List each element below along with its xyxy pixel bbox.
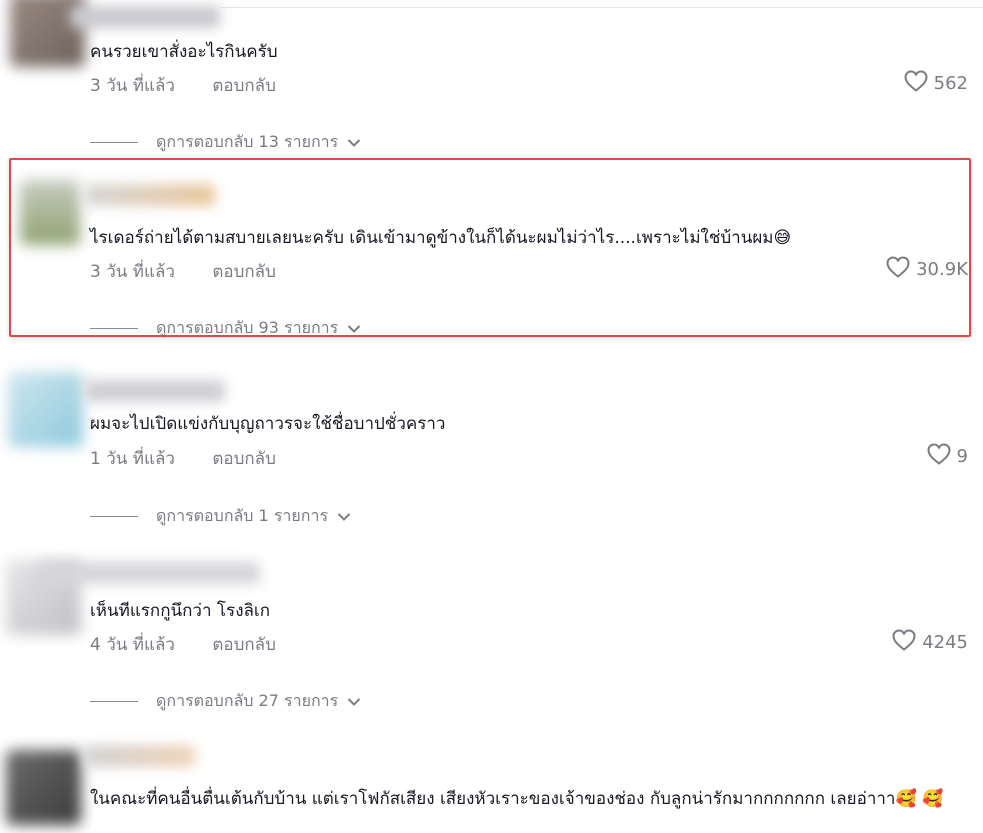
username-blurred[interactable] [85, 745, 195, 767]
divider [90, 701, 138, 702]
username-blurred[interactable] [70, 6, 220, 28]
avatar[interactable] [6, 750, 81, 825]
chevron-down-icon [338, 692, 361, 711]
view-replies-label: ดูการตอบกลับ 1 รายการ [156, 506, 329, 525]
like-button[interactable]: 9 [927, 443, 968, 470]
divider [90, 516, 138, 517]
view-replies-button[interactable]: ดูการตอบกลับ 1 รายการ [90, 504, 351, 529]
comment-time: 1 วัน ที่แล้ว [90, 449, 175, 469]
comment-text: คนรวยเขาสั่งอะไรกินครับ [90, 42, 278, 62]
like-button[interactable]: 4245 [892, 629, 968, 656]
chevron-down-icon [338, 133, 361, 152]
like-count: 9 [956, 446, 968, 467]
view-replies-label: ดูการตอบกลับ 27 รายการ [156, 691, 339, 710]
comment-text: เห็นทีแรกกูนึกว่า โรงลิเก [90, 601, 271, 621]
comment-time: 4 วัน ที่แล้ว [90, 635, 175, 655]
heart-outline-icon [927, 443, 951, 470]
view-replies-button[interactable]: ดูการตอบกลับ 27 รายการ [90, 689, 361, 714]
chevron-down-icon [328, 507, 351, 526]
comment-time: 3 วัน ที่แล้ว [90, 76, 175, 96]
reply-button[interactable]: ตอบกลับ [212, 449, 276, 469]
like-count: 4245 [922, 632, 968, 653]
comment-text: ในคณะที่คนอื่นตื่นเต้นกับบ้าน แต่เราโฟกั… [90, 789, 944, 809]
username-blurred[interactable] [40, 562, 260, 584]
divider [220, 7, 983, 8]
reply-button[interactable]: ตอบกลับ [212, 635, 276, 655]
view-replies-label: ดูการตอบกลับ 13 รายการ [156, 132, 339, 151]
highlight-box [9, 158, 971, 337]
comment-text: ผมจะไปเปิดแข่งกับบุญถาวรจะใช้ชื่อบาปชั่ว… [90, 414, 446, 434]
username-blurred[interactable] [85, 380, 225, 402]
reply-button[interactable]: ตอบกลับ [212, 76, 276, 96]
like-button[interactable]: 562 [904, 70, 968, 97]
comment-meta: 4 วัน ที่แล้ว ตอบกลับ [90, 631, 276, 658]
like-count: 562 [933, 73, 968, 94]
comment-meta: 1 วัน ที่แล้ว ตอบกลับ [90, 445, 276, 472]
heart-outline-icon [904, 70, 928, 97]
comment-meta: 3 วัน ที่แล้ว ตอบกลับ [90, 72, 276, 99]
view-replies-button[interactable]: ดูการตอบกลับ 13 รายการ [90, 130, 361, 155]
heart-outline-icon [892, 629, 916, 656]
avatar[interactable] [8, 372, 83, 447]
divider [90, 142, 138, 143]
